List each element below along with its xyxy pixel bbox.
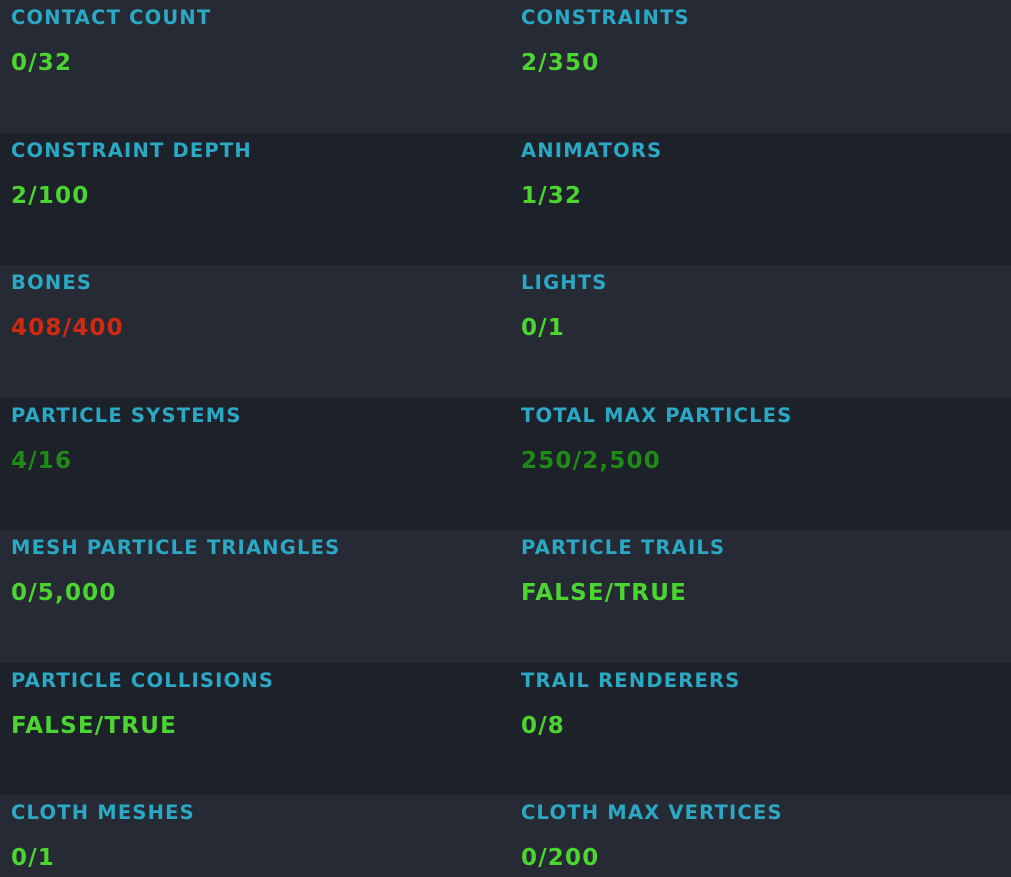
stat-label: CLOTH MESHES [11,801,195,824]
stat-cloth-max-vertices: CLOTH MAX VERTICES 0/200 [510,795,1011,877]
stats-row: CLOTH MESHES 0/1 CLOTH MAX VERTICES 0/20… [0,795,1011,877]
stat-label: CONTACT COUNT [11,6,212,29]
stat-cloth-meshes: CLOTH MESHES 0/1 [0,795,510,877]
stat-total-max-particles: TOTAL MAX PARTICLES 250/2,500 [510,398,1011,531]
stats-row: BONES 408/400 LIGHTS 0/1 [0,265,1011,398]
stat-value: 250/2,500 [521,447,661,474]
stats-grid: CONTACT COUNT 0/32 CONSTRAINTS 2/350 CON… [0,0,1011,877]
stat-particle-trails: PARTICLE TRAILS FALSE/TRUE [510,530,1011,663]
stat-animators: ANIMATORS 1/32 [510,133,1011,266]
stat-particle-collisions: PARTICLE COLLISIONS FALSE/TRUE [0,663,510,796]
stat-constraints: CONSTRAINTS 2/350 [510,0,1011,133]
stat-label: CONSTRAINTS [521,6,690,29]
stats-row: MESH PARTICLE TRIANGLES 0/5,000 PARTICLE… [0,530,1011,663]
stat-mesh-particle-triangles: MESH PARTICLE TRIANGLES 0/5,000 [0,530,510,663]
stats-row: CONSTRAINT DEPTH 2/100 ANIMATORS 1/32 [0,132,1011,266]
stat-value: 2/350 [521,50,600,76]
stat-label: TRAIL RENDERERS [521,668,741,692]
stat-value: 1/32 [521,182,583,209]
stat-value: FALSE/TRUE [11,712,177,739]
stat-value: 0/1 [11,845,56,871]
stat-value: FALSE/TRUE [521,580,687,606]
stat-label: ANIMATORS [521,138,663,162]
stat-label: PARTICLE COLLISIONS [11,668,275,692]
stat-label: BONES [11,271,93,294]
stat-label: PARTICLE TRAILS [521,536,726,559]
stat-label: TOTAL MAX PARTICLES [521,403,793,427]
stat-label: MESH PARTICLE TRIANGLES [11,536,341,559]
stat-bones: BONES 408/400 [0,265,510,398]
stat-value: 408/400 [11,315,124,341]
stat-trail-renderers: TRAIL RENDERERS 0/8 [510,663,1011,796]
stats-row: PARTICLE COLLISIONS FALSE/TRUE TRAIL REN… [0,662,1011,796]
stat-label: LIGHTS [521,271,608,294]
stat-value: 0/5,000 [11,580,117,606]
stat-label: PARTICLE SYSTEMS [11,403,242,427]
stat-constraint-depth: CONSTRAINT DEPTH 2/100 [0,133,510,266]
stat-lights: LIGHTS 0/1 [510,265,1011,398]
stat-value: 0/32 [11,50,73,76]
stat-value: 0/200 [521,845,600,871]
stat-label: CONSTRAINT DEPTH [11,138,252,162]
stat-value: 4/16 [11,447,73,474]
stat-value: 0/1 [521,315,566,341]
stat-value: 2/100 [11,182,90,209]
stat-particle-systems: PARTICLE SYSTEMS 4/16 [0,398,510,531]
stat-value: 0/8 [521,712,566,739]
stat-contact-count: CONTACT COUNT 0/32 [0,0,510,133]
stats-row: PARTICLE SYSTEMS 4/16 TOTAL MAX PARTICLE… [0,397,1011,531]
stat-label: CLOTH MAX VERTICES [521,801,783,824]
stats-row: CONTACT COUNT 0/32 CONSTRAINTS 2/350 [0,0,1011,133]
